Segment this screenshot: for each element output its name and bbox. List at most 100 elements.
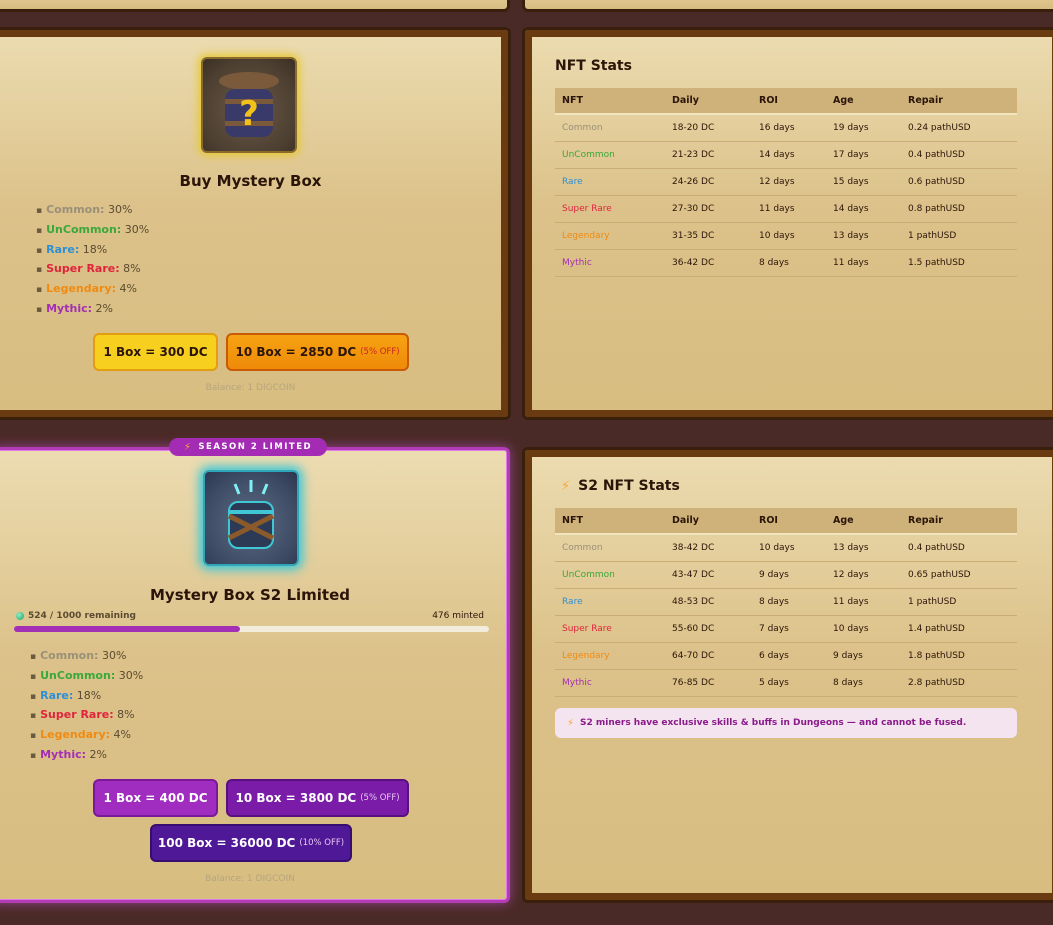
column-header: Age xyxy=(826,508,901,535)
rarity-pct: 2% xyxy=(89,747,107,761)
age-cell: 12 days xyxy=(826,561,901,589)
nft-name-cell: UnCommon xyxy=(555,141,665,169)
rarity-pct: 8% xyxy=(123,262,141,276)
rarity-pct: 8% xyxy=(117,708,135,722)
buy-10-box-s2-button[interactable]: 10 Box = 3800 DC (5% OFF) xyxy=(226,779,409,817)
table-row: Rare 48-53 DC 8 days 11 days 1 pathUSD xyxy=(555,588,1017,616)
stats-title: NFT Stats xyxy=(555,58,632,74)
rarity-name: Rare: xyxy=(40,688,74,702)
buy-10-box-button[interactable]: 10 Box = 2850 DC (5% OFF) xyxy=(226,333,409,371)
daily-cell: 18-20 DC xyxy=(665,114,752,142)
mystery-box-s2-card: Mystery Box S2 Limited 524 / 1000 remain… xyxy=(0,447,510,903)
column-header: NFT xyxy=(555,88,665,115)
list-item: Super Rare: 8% xyxy=(36,259,149,279)
roi-cell: 16 days xyxy=(752,114,826,142)
age-cell: 10 days xyxy=(826,615,901,643)
s2-nft-stats-table: NFT Daily ROI Age Repair Common 38-42 DC 1… xyxy=(555,508,1017,697)
daily-cell: 55-60 DC xyxy=(665,615,752,643)
nft-name-cell: Super Rare xyxy=(555,615,665,643)
list-item: Mythic: 2% xyxy=(30,745,143,765)
roi-cell: 12 days xyxy=(752,168,826,196)
rarity-pct: 4% xyxy=(113,728,131,742)
buy-1-box-s2-button[interactable]: 1 Box = 400 DC xyxy=(93,779,218,817)
partial-card-right xyxy=(522,0,1053,12)
chained-barrel-icon xyxy=(203,470,299,566)
list-item: UnCommon: 30% xyxy=(30,666,143,686)
repair-cell: 2.8 pathUSD xyxy=(901,669,1017,697)
age-cell: 11 days xyxy=(826,588,901,616)
age-cell: 11 days xyxy=(826,249,901,277)
s2-nft-stats-card: ⚡ S2 NFT Stats NFT Daily ROI Age Repair … xyxy=(522,447,1053,903)
list-item: UnCommon: 30% xyxy=(36,220,149,240)
mint-progress-bar xyxy=(14,626,489,632)
note-text: S2 miners have exclusive skills & buffs … xyxy=(580,718,967,728)
list-item: Common: 30% xyxy=(30,646,143,666)
rarity-name: Mythic: xyxy=(46,301,93,315)
daily-cell: 36-42 DC xyxy=(665,249,752,277)
nft-name-cell: Rare xyxy=(555,168,665,196)
discount-label: (5% OFF) xyxy=(360,347,400,357)
rarity-pct: 30% xyxy=(107,203,133,216)
nft-name-cell: Super Rare xyxy=(555,195,665,223)
repair-cell: 0.24 pathUSD xyxy=(901,114,1017,142)
rarity-name: Legendary: xyxy=(46,282,117,296)
buy-100-box-s2-button[interactable]: 100 Box = 36000 DC (10% OFF) xyxy=(150,824,352,862)
rarity-name: Super Rare: xyxy=(40,708,114,722)
buy-1-box-button[interactable]: 1 Box = 300 DC xyxy=(93,333,218,371)
roi-cell: 9 days xyxy=(752,561,826,589)
table-row: Super Rare 27-30 DC 11 days 14 days 0.8 path… xyxy=(555,195,1017,223)
top-card-strip xyxy=(0,0,1053,18)
column-header: Repair xyxy=(901,508,1017,535)
table-row: Common 38-42 DC 10 days 13 days 0.4 pathUSD xyxy=(555,534,1017,562)
nft-name-cell: Legendary xyxy=(555,642,665,670)
daily-cell: 27-30 DC xyxy=(665,195,752,223)
rarity-pct: 18% xyxy=(82,242,108,256)
column-header: ROI xyxy=(752,508,826,535)
rarity-pct: 18% xyxy=(76,688,102,702)
box-title: Mystery Box S2 Limited xyxy=(149,586,351,604)
repair-cell: 1.8 pathUSD xyxy=(901,642,1017,670)
list-item: Super Rare: 8% xyxy=(30,705,143,725)
age-cell: 14 days xyxy=(826,195,901,223)
mystery-barrel-icon: ? xyxy=(201,57,297,153)
table-row: Super Rare 55-60 DC 7 days 10 days 1.4 pathU… xyxy=(555,615,1017,643)
repair-cell: 1.5 pathUSD xyxy=(901,249,1017,277)
balance-text: Balance: 1 DIGCOIN xyxy=(205,383,296,393)
table-row: Common 18-20 DC 16 days 19 days 0.24 pathUSD xyxy=(555,114,1017,142)
table-row: Mythic 76-85 DC 5 days 8 days 2.8 pathUSD xyxy=(555,669,1017,697)
repair-cell: 0.4 pathUSD xyxy=(901,534,1017,562)
roi-cell: 8 days xyxy=(752,588,826,616)
nft-stats-card: NFT Stats NFT Daily ROI Age Repair Commo… xyxy=(522,27,1053,420)
rarity-pct: 30% xyxy=(118,668,144,682)
table-row: Legendary 64-70 DC 6 days 9 days 1.8 pathUSD xyxy=(555,642,1017,670)
age-cell: 13 days xyxy=(826,534,901,562)
repair-cell: 1 pathUSD xyxy=(901,222,1017,250)
daily-cell: 38-42 DC xyxy=(665,534,752,562)
nft-name-cell: Rare xyxy=(555,588,665,616)
button-label: 100 Box = 36000 DC xyxy=(157,836,296,850)
column-header: Repair xyxy=(901,88,1017,115)
rarity-name: Mythic: xyxy=(40,747,87,761)
balance-text: Balance: 1 DIGCOIN xyxy=(205,874,295,884)
column-header: ROI xyxy=(752,88,826,115)
nft-name-cell: Mythic xyxy=(555,669,665,697)
rarity-name: Super Rare: xyxy=(46,262,120,276)
table-row: Mythic 36-42 DC 8 days 11 days 1.5 pathUSD xyxy=(555,249,1017,277)
box-title: Buy Mystery Box xyxy=(179,172,322,190)
daily-cell: 24-26 DC xyxy=(665,168,752,196)
nft-name-cell: Common xyxy=(555,534,665,562)
stats-title-label: S2 NFT Stats xyxy=(578,478,680,494)
column-header: Age xyxy=(826,88,901,115)
lightning-icon: ⚡ xyxy=(183,441,193,453)
rarity-name: Common: xyxy=(40,649,99,662)
roi-cell: 11 days xyxy=(752,195,826,223)
table-row: UnCommon 43-47 DC 9 days 12 days 0.65 pathUS… xyxy=(555,561,1017,589)
minted-count: 476 minted xyxy=(432,611,484,621)
rarity-pct: 4% xyxy=(119,282,137,296)
list-item: Legendary: 4% xyxy=(30,725,143,745)
nft-name-cell: Mythic xyxy=(555,249,665,277)
roi-cell: 10 days xyxy=(752,222,826,250)
table-row: UnCommon 21-23 DC 14 days 17 days 0.4 pathUS… xyxy=(555,141,1017,169)
age-cell: 13 days xyxy=(826,222,901,250)
rarity-pct: 30% xyxy=(124,222,150,236)
